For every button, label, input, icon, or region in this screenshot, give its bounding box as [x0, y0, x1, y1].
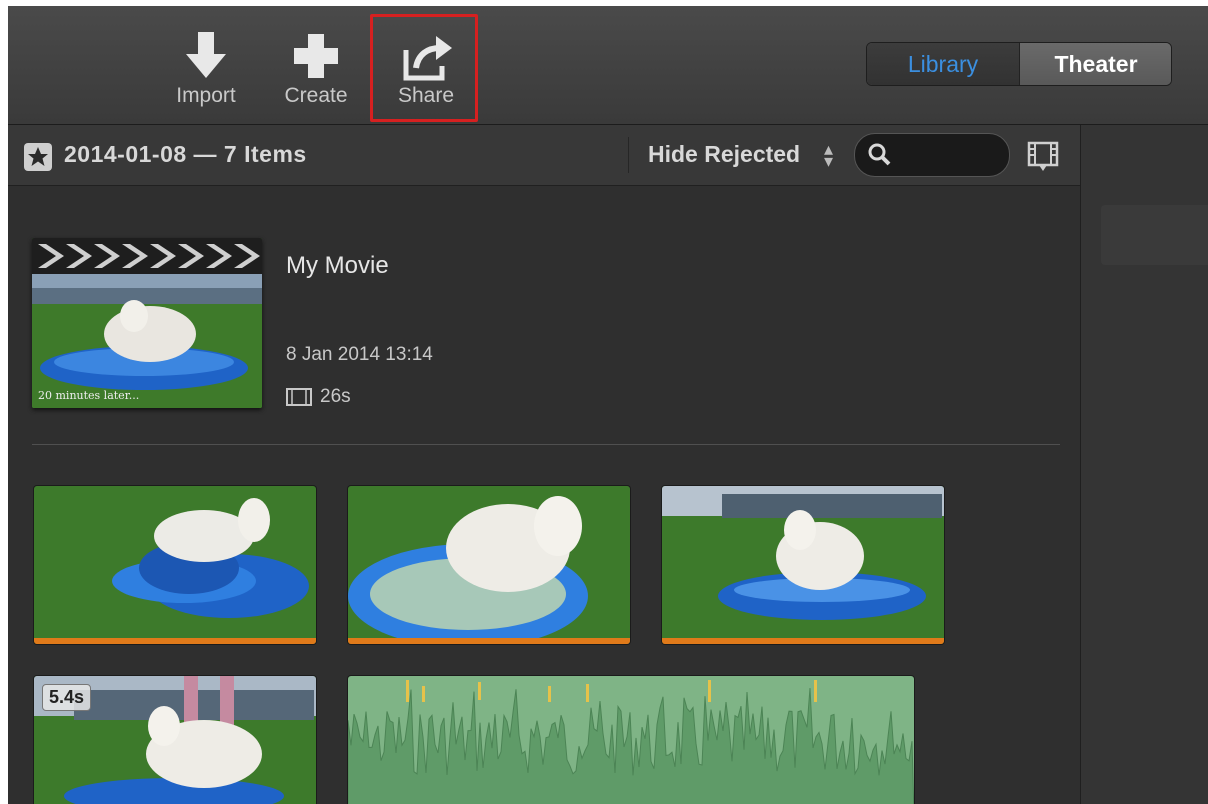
search-field[interactable] [854, 133, 1010, 177]
toolbar: Import Create Share Library Theater [8, 6, 1208, 125]
chevron-updown-icon: ▴ ▾ [824, 139, 834, 171]
audio-clip[interactable] [348, 676, 914, 804]
video-clip[interactable]: 5.4s [34, 676, 316, 804]
share-highlight-outline [370, 14, 478, 122]
search-icon [868, 143, 891, 166]
plus-icon [294, 34, 338, 78]
event-title: 2014-01-08 — 7 Items [64, 141, 307, 167]
imovie-window: Import Create Share Library Theater 2014… [8, 6, 1208, 804]
favorite-bar [34, 638, 316, 644]
favorite-bar [348, 638, 630, 644]
video-clip[interactable] [348, 486, 630, 644]
filter-popup[interactable]: Hide Rejected [648, 141, 800, 168]
clapperboard-thumbnail-image [32, 238, 262, 408]
movie-date: 8 Jan 2014 13:14 [286, 344, 433, 365]
theater-tab[interactable]: Theater [1019, 43, 1171, 85]
create-label: Create [284, 84, 348, 107]
view-toggle: Library Theater [866, 42, 1172, 86]
clip-thumbnail-image [34, 486, 316, 644]
import-arrow-icon [186, 32, 226, 78]
section-divider [32, 444, 1060, 445]
library-tab[interactable]: Library [867, 43, 1019, 85]
clip-thumbnail-image [348, 486, 630, 644]
viewer-panel [1080, 125, 1208, 804]
import-button[interactable]: Import [158, 20, 254, 120]
viewer-placeholder [1101, 205, 1208, 265]
movie-duration: 26s [320, 386, 351, 407]
clip-thumbnail-image [662, 486, 944, 644]
audio-waveform [348, 680, 914, 804]
clip-duration-badge: 5.4s [42, 684, 92, 711]
video-clip[interactable] [662, 486, 944, 644]
movie-thumb-caption: 20 minutes later... [38, 389, 140, 402]
filmstrip-settings-icon[interactable] [1026, 139, 1060, 173]
import-label: Import [176, 84, 236, 107]
favorite-bar [662, 638, 944, 644]
header-divider [628, 137, 629, 173]
create-button[interactable]: Create [268, 20, 364, 120]
movie-thumbnail[interactable]: 20 minutes later... [32, 238, 262, 408]
browser-header: 2014-01-08 — 7 Items Hide Rejected ▴ ▾ [8, 125, 1080, 186]
star-icon [24, 143, 52, 171]
movie-title[interactable]: My Movie [286, 252, 389, 280]
video-clip[interactable] [34, 486, 316, 644]
film-icon [286, 388, 312, 406]
